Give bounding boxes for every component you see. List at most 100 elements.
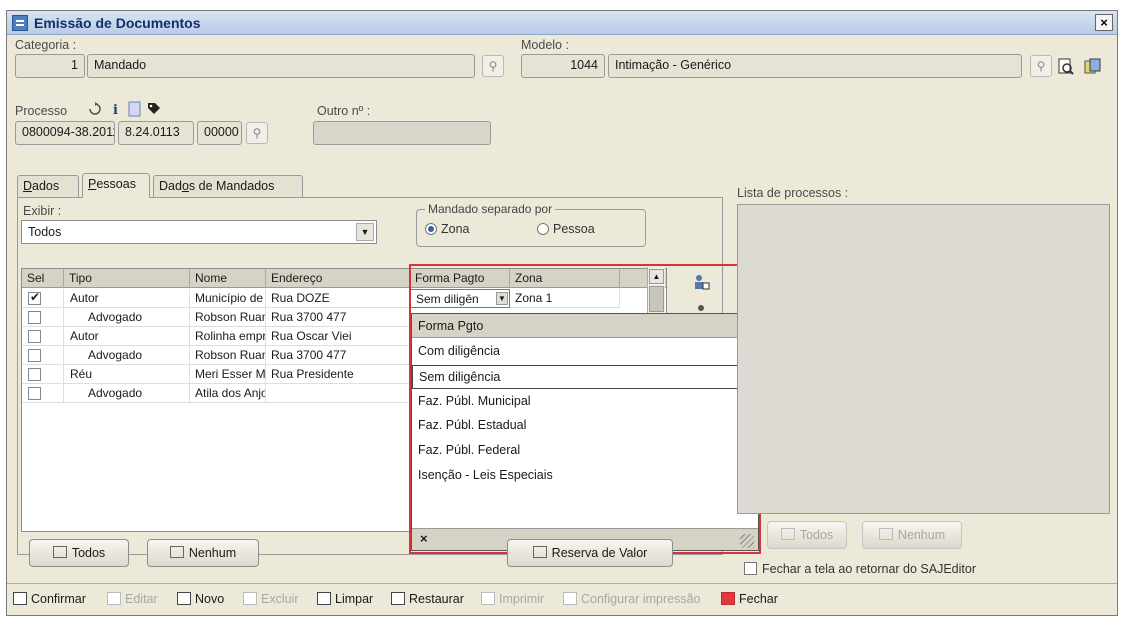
scroll-up-icon[interactable]: ▲	[649, 269, 664, 284]
modelo-search-icon[interactable]: ⚲	[1030, 55, 1052, 77]
cell-zona: Zona 1	[510, 289, 620, 308]
row-select-cell[interactable]	[22, 384, 64, 403]
col-forma-pagto[interactable]: Forma Pagto	[410, 269, 510, 288]
lista-processos-label: Lista de processos :	[737, 186, 849, 200]
refresh-icon[interactable]	[86, 101, 104, 119]
document-icon[interactable]	[128, 101, 146, 119]
print-settings-icon	[563, 592, 577, 605]
preview-document-icon[interactable]	[1057, 58, 1075, 76]
dropdown-item[interactable]: Faz. Públ. Municipal	[412, 390, 758, 414]
tag-icon[interactable]	[146, 101, 164, 119]
cell-endereco: Rua Oscar Viei	[266, 327, 410, 346]
dropdown-item[interactable]: Faz. Públ. Federal	[412, 439, 758, 463]
row-select-cell[interactable]	[22, 327, 64, 346]
select-none-icon	[169, 546, 184, 558]
configurar-impressao-button[interactable]: Configurar impressão	[563, 592, 701, 606]
tab-dados[interactable]: Dados	[17, 175, 79, 197]
excluir-button[interactable]: Excluir	[243, 592, 299, 606]
tab-dados-de-mandados[interactable]: Dados de Mandados	[153, 175, 303, 197]
processo-numero-field[interactable]: 0800094-38.2011	[15, 121, 115, 145]
row-select-cell[interactable]	[22, 289, 64, 308]
scroll-thumb[interactable]	[649, 286, 664, 312]
select-all-button[interactable]: Todos	[29, 539, 129, 567]
fechar-tela-checkbox[interactable]: Fechar a tela ao retornar do SAJEditor	[744, 562, 976, 576]
radio-pessoa-dot[interactable]	[537, 223, 549, 235]
resize-grip-icon[interactable]	[740, 534, 754, 548]
fechar-tela-label: Fechar a tela ao retornar do SAJEditor	[762, 562, 977, 576]
grid-header: Sel Tipo Nome Endereço Forma Pagto Zona	[22, 269, 666, 288]
chevron-down-icon[interactable]: ▼	[496, 292, 508, 305]
add-person-icon[interactable]	[692, 273, 710, 291]
reserva-valor-button[interactable]: Reserva de Valor	[507, 539, 673, 567]
col-zona[interactable]: Zona	[510, 269, 620, 288]
confirmar-label: Confirmar	[31, 592, 86, 606]
chevron-down-icon[interactable]: ▼	[356, 223, 374, 241]
confirmar-button[interactable]: Confirmar	[13, 592, 86, 606]
cell-tipo: Advogado	[64, 384, 190, 403]
radio-pessoa[interactable]: Pessoa	[537, 222, 595, 236]
col-tipo[interactable]: Tipo	[64, 269, 190, 288]
processo-foro-field[interactable]: 00000	[197, 121, 242, 145]
dropdown-item[interactable]: Com diligência	[412, 340, 758, 364]
restaurar-button[interactable]: Restaurar	[391, 592, 464, 606]
close-button[interactable]: ×	[1095, 14, 1113, 31]
processo-origem-field[interactable]: 8.24.0113	[118, 121, 194, 145]
select-none-button[interactable]: Nenhum	[147, 539, 259, 567]
fechar-button[interactable]: Fechar	[721, 592, 778, 606]
col-nome[interactable]: Nome	[190, 269, 266, 288]
exibir-label: Exibir :	[23, 204, 62, 218]
lista-processos-list[interactable]	[737, 204, 1110, 514]
categoria-search-icon[interactable]: ⚲	[482, 55, 504, 77]
row-checkbox[interactable]	[28, 290, 41, 305]
tab-pessoas[interactable]: Pessoas	[82, 173, 150, 198]
radio-zona[interactable]: Zona	[425, 222, 470, 236]
row-checkbox[interactable]	[28, 330, 41, 343]
fechar-tela-box[interactable]	[744, 562, 757, 575]
editar-button[interactable]: Editar	[107, 592, 158, 606]
forma-pagto-dropdown: Forma Pgto Com diligência Sem diligência…	[411, 313, 759, 551]
categoria-label: Categoria :	[15, 38, 77, 52]
row-checkbox[interactable]	[28, 311, 41, 324]
categoria-code-field[interactable]: 1	[15, 54, 85, 78]
row-select-cell[interactable]	[22, 346, 64, 365]
col-sel[interactable]: Sel	[22, 269, 64, 288]
radio-pessoa-label: Pessoa	[553, 222, 595, 236]
modelo-name-field[interactable]: Intimação - Genérico	[608, 54, 1022, 78]
table-row[interactable]: Autor Município de C Rua DOZE Sem diligê…	[22, 289, 642, 308]
fechar-label: Fechar	[739, 592, 778, 606]
row-checkbox[interactable]	[28, 387, 41, 400]
cell-tipo: Autor	[64, 327, 190, 346]
row-select-cell[interactable]	[22, 308, 64, 327]
cell-tipo: Advogado	[64, 346, 190, 365]
dropdown-close-icon[interactable]: ×	[420, 531, 428, 546]
grid-scrollbar[interactable]: ▲	[647, 267, 665, 315]
categoria-name-field[interactable]: Mandado	[87, 54, 475, 78]
row-checkbox[interactable]	[28, 349, 41, 362]
imprimir-button[interactable]: Imprimir	[481, 592, 544, 606]
limpar-button[interactable]: Limpar	[317, 592, 373, 606]
edit-icon	[107, 592, 121, 605]
restore-icon	[391, 592, 405, 605]
row-select-cell[interactable]	[22, 365, 64, 384]
lista-todos-button[interactable]: Todos	[767, 521, 847, 549]
processo-search-icon[interactable]: ⚲	[246, 122, 268, 144]
modelo-code-field[interactable]: 1044	[521, 54, 605, 78]
radio-zona-label: Zona	[441, 222, 470, 236]
novo-button[interactable]: Novo	[177, 592, 224, 606]
restaurar-label: Restaurar	[409, 592, 464, 606]
row-checkbox[interactable]	[28, 368, 41, 381]
dropdown-header: Forma Pgto	[412, 314, 758, 338]
outro-numero-field[interactable]	[313, 121, 491, 145]
dropdown-item-selected[interactable]: Sem diligência	[412, 365, 758, 389]
dropdown-item[interactable]: Isenção - Leis Especiais	[412, 464, 758, 488]
tab-dados-mnemonic: D	[23, 179, 33, 193]
col-endereco[interactable]: Endereço	[266, 269, 410, 288]
copy-document-icon[interactable]	[1084, 58, 1102, 76]
info-icon[interactable]: i	[108, 101, 126, 119]
reserva-valor-label: Reserva de Valor	[551, 546, 648, 560]
exibir-select[interactable]: Todos ▼	[21, 220, 377, 244]
lista-nenhum-button[interactable]: Nenhum	[862, 521, 962, 549]
dropdown-item[interactable]: Faz. Públ. Estadual	[412, 414, 758, 438]
forma-pagto-combo[interactable]: Sem diligên ▼	[410, 289, 510, 308]
radio-zona-dot[interactable]	[425, 223, 437, 235]
